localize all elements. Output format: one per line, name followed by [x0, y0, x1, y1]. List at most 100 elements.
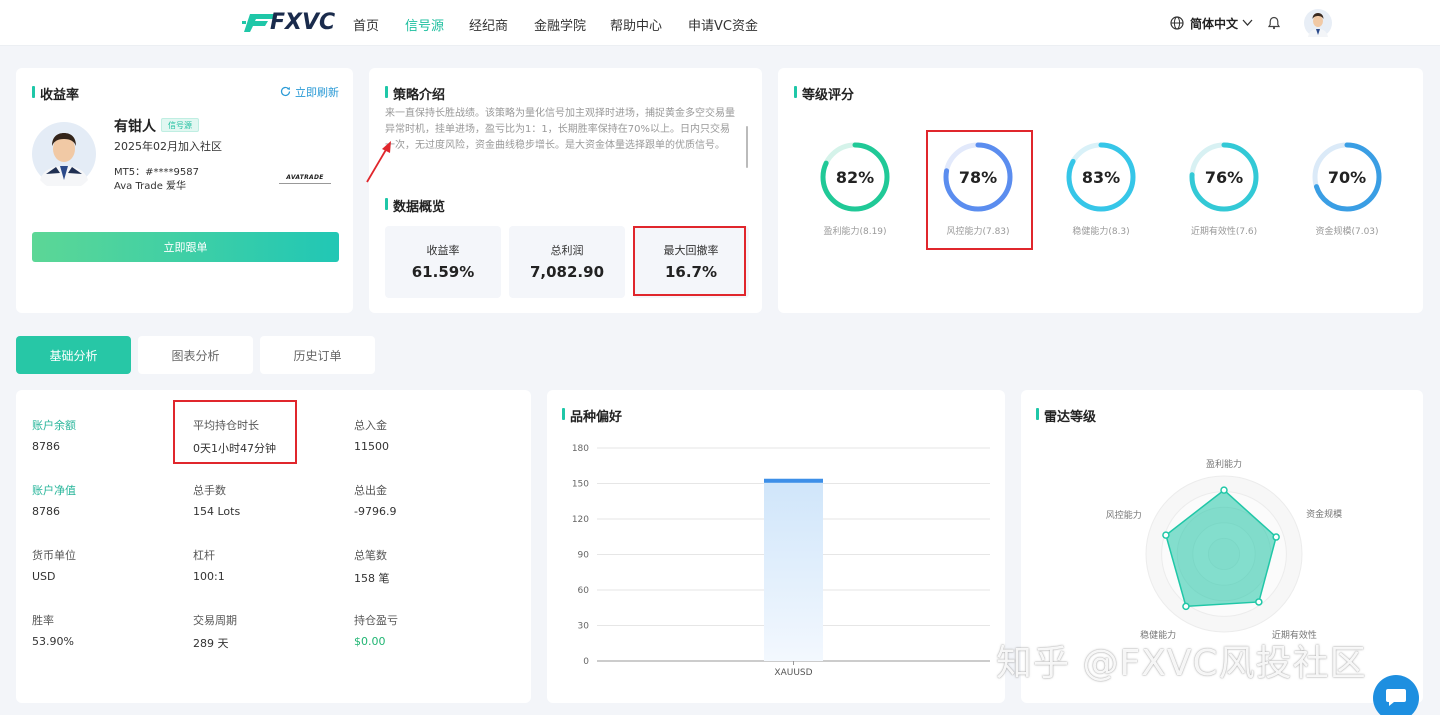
- bell-icon[interactable]: [1268, 16, 1280, 30]
- chat-bubble-icon: [1386, 689, 1406, 706]
- gauge-percent-2: 83%: [1081, 168, 1121, 187]
- preference-bar-chart: 0 30 60 90 120 150 180 XAUUSD: [572, 444, 990, 678]
- globe-icon: [1170, 16, 1184, 30]
- gauge-percent-1: 78%: [958, 168, 998, 187]
- y-tick-label: 90: [578, 551, 590, 561]
- language-selector[interactable]: 简体中文: [1170, 14, 1256, 32]
- radar-axis-label: 盈利能力: [1206, 458, 1242, 470]
- stat-label-9: 胜率: [32, 614, 54, 627]
- trader-avatar: [32, 122, 96, 186]
- gauge-percent-4: 70%: [1327, 168, 1367, 187]
- section-title-return: 收益率: [32, 84, 79, 103]
- radar-point[interactable]: [1220, 486, 1228, 494]
- radar-point[interactable]: [1182, 602, 1190, 611]
- nav-academy[interactable]: 金融学院: [534, 15, 586, 34]
- tab-chart-analysis-label: 图表分析: [171, 348, 220, 363]
- y-tick-label: 120: [572, 515, 589, 525]
- stat-label-0: 账户余额: [32, 419, 76, 432]
- broker-name: Ava Trade 爱华: [114, 181, 187, 192]
- radar-axis-label: 资金规模: [1306, 508, 1342, 520]
- trader-name: 有钳人: [114, 119, 156, 135]
- nav-home[interactable]: 首页: [353, 15, 379, 34]
- y-tick-label: 180: [572, 444, 589, 454]
- stat-value-10: 289 天: [193, 637, 229, 650]
- broker-logo: AVATRADE: [279, 168, 331, 184]
- stat-label-1: 平均持仓时长: [193, 419, 259, 432]
- stat-label-8: 总笔数: [354, 549, 387, 562]
- strategy-description: 来一直保持长胜战绩。该策略为量化信号加主观择时进场，捕捉黄金多空交易量异常时机，…: [385, 108, 735, 151]
- section-title-radar: 雷达等级: [1036, 406, 1096, 425]
- strategy-text-box: 来一直保持长胜战绩。该策略为量化信号加主观择时进场，捕捉黄金多空交易量异常时机，…: [385, 106, 745, 170]
- stat-label-7: 杠杆: [193, 549, 215, 562]
- stat-label-10: 交易周期: [193, 614, 237, 627]
- language-label: 简体中文: [1190, 17, 1239, 31]
- mt5-account: MT5：#****9587: [114, 167, 199, 178]
- stat-value-5: -9796.9: [354, 505, 397, 518]
- stat-value-0: 8786: [32, 440, 60, 453]
- broker-logo-text: AVATRADE: [286, 174, 324, 181]
- y-tick-label: 0: [583, 657, 589, 667]
- refresh-icon: [280, 86, 291, 97]
- radar-chart: 盈利能力资金规模近期有效性稳健能力风控能力: [1106, 458, 1342, 641]
- y-tick-label: 150: [572, 480, 589, 490]
- bar[interactable]: [764, 478, 823, 661]
- user-avatar[interactable]: [1304, 9, 1332, 37]
- stat-value-9: 53.90%: [32, 635, 74, 648]
- tab-history-orders[interactable]: 历史订单: [260, 336, 375, 374]
- x-tick-label: XAUUSD: [774, 668, 812, 678]
- y-tick-label: 60: [578, 586, 590, 596]
- overview-return: 收益率 61.59%: [385, 226, 501, 298]
- chevron-down-icon: [1242, 19, 1253, 26]
- overview-profit-label: 总利润: [550, 244, 584, 257]
- overview-return-label: 收益率: [426, 244, 460, 257]
- nav-signals[interactable]: 信号源: [405, 15, 444, 34]
- stat-value-3: 8786: [32, 505, 60, 518]
- logo[interactable]: FXVC: [240, 10, 335, 36]
- gauge-percent-3: 76%: [1204, 168, 1244, 187]
- overview-profit: 总利润 7,082.90: [509, 226, 625, 298]
- stat-label-4: 总手数: [193, 484, 226, 497]
- gauge-percent-0: 82%: [835, 168, 875, 187]
- stat-value-1: 0天1小时47分钟: [193, 442, 276, 455]
- follow-now-button[interactable]: 立即跟单: [32, 232, 339, 262]
- overview-return-value: 61.59%: [411, 263, 475, 281]
- nav-help[interactable]: 帮助中心: [610, 15, 662, 34]
- annotation-arrow-icon: [366, 141, 391, 183]
- overview-profit-value: 7,082.90: [529, 263, 605, 281]
- join-date: 2025年02月加入社区: [114, 140, 222, 153]
- y-tick-label: 30: [578, 622, 590, 632]
- section-title-rating: 等级评分: [794, 84, 854, 103]
- gauge-label-1: 风控能力(7.83): [946, 227, 1010, 237]
- gauge-label-2: 稳健能力(8.3): [1072, 227, 1130, 237]
- logo-text: FXVC: [270, 10, 336, 35]
- strategy-scrollbar[interactable]: [746, 126, 748, 168]
- radar-point[interactable]: [1272, 533, 1280, 541]
- stat-value-11: $0.00: [354, 635, 386, 648]
- tab-basic-analysis[interactable]: 基础分析: [16, 336, 131, 374]
- gauge-label-0: 盈利能力(8.19): [823, 227, 887, 237]
- radar-point[interactable]: [1255, 598, 1263, 606]
- zhihu-watermark: 知乎 @FXVC风投社区: [996, 643, 1367, 684]
- section-title-overview: 数据概览: [385, 196, 445, 215]
- stat-label-11: 持仓盈亏: [354, 614, 398, 627]
- stat-value-8: 158 笔: [354, 572, 390, 585]
- tab-chart-analysis[interactable]: 图表分析: [138, 336, 253, 374]
- top-nav-bar: FXVC 首页 信号源 经纪商 金融学院 帮助中心 申请VC资金 简体中文: [0, 0, 1440, 46]
- stat-value-4: 154 Lots: [193, 505, 241, 518]
- signal-badge: 信号源: [161, 118, 199, 132]
- nav-apply-fund[interactable]: 申请VC资金: [688, 15, 758, 34]
- stat-value-6: USD: [32, 570, 56, 583]
- nav-brokers[interactable]: 经纪商: [469, 15, 508, 34]
- stat-value-2: 11500: [354, 440, 389, 453]
- stat-label-5: 总出金: [354, 484, 387, 497]
- bar-cap: [764, 478, 823, 483]
- tab-basic-analysis-label: 基础分析: [49, 348, 98, 363]
- radar-point[interactable]: [1162, 531, 1170, 539]
- stat-label-3: 账户净值: [32, 484, 76, 497]
- stat-label-2: 总入金: [354, 419, 387, 432]
- overview-drawdown-value: 16.7%: [664, 263, 718, 281]
- stat-value-7: 100:1: [193, 570, 225, 583]
- chat-button[interactable]: [1373, 675, 1419, 715]
- profile-card: 收益率 立即刷新 有钳人 信号源 2025年02月加入社区 MT5：#****9…: [16, 68, 353, 313]
- section-title-preference: 品种偏好: [562, 406, 622, 425]
